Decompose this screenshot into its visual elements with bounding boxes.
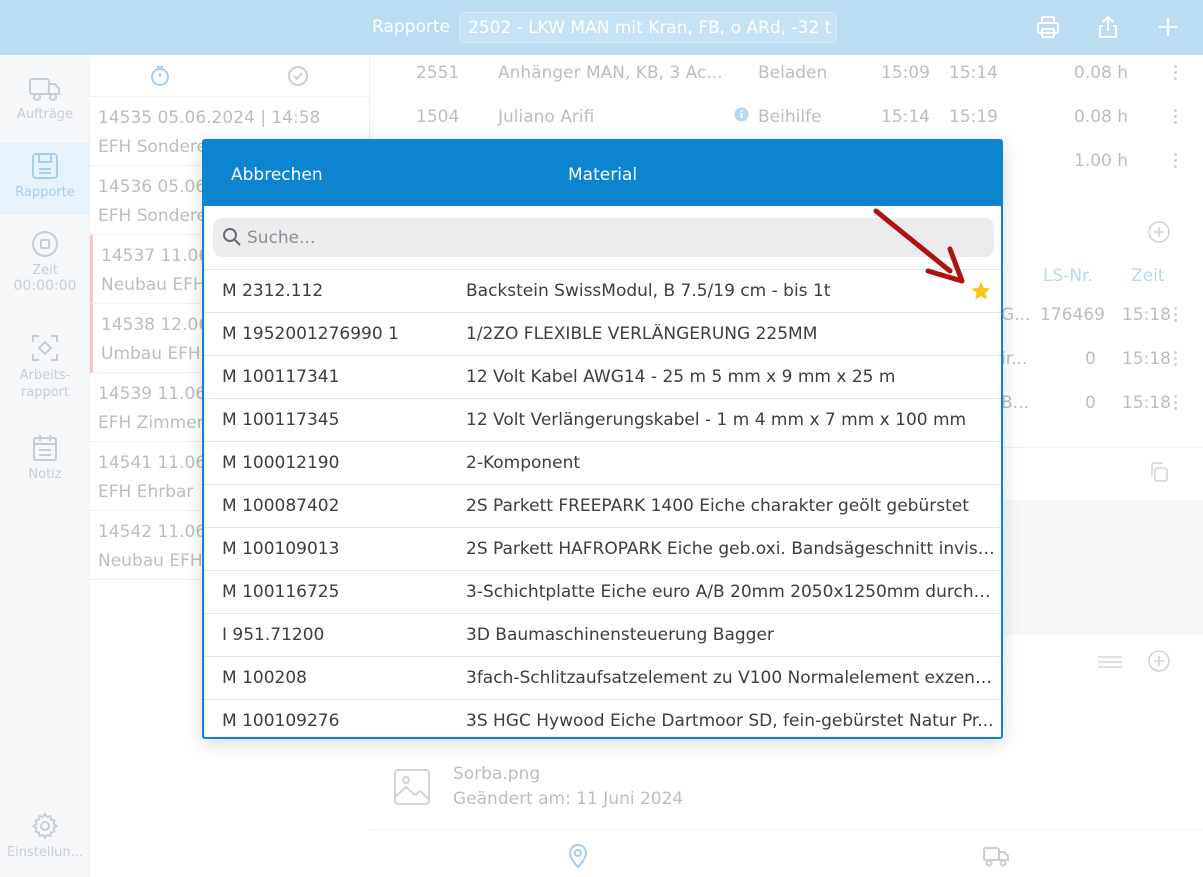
material-row[interactable]: M 100109013 2S Parkett HAFROPARK Eiche ge… — [204, 527, 1001, 570]
favorite-star-icon[interactable] — [970, 280, 992, 307]
modal-header: Abbrechen Material — [204, 141, 1001, 206]
material-row[interactable]: M 100012190 2-Komponent — [204, 441, 1001, 484]
material-list: M 2312.112 Backstein SwissModul, B 7.5/19… — [204, 269, 1001, 737]
search-icon — [222, 227, 242, 251]
material-row[interactable]: M 100109276 3S HGC Hywood Eiche Dartmoor … — [204, 699, 1001, 737]
material-row[interactable]: M 100117345 12 Volt Verlängerungskabel - … — [204, 398, 1001, 441]
annotation-arrow-icon — [870, 205, 970, 291]
cancel-button[interactable]: Abbrechen — [231, 165, 323, 185]
material-row[interactable]: M 1952001276990 1 1/2ZO FLEXIBLE VERLÄNGE… — [204, 312, 1001, 355]
material-row[interactable]: M 100208 3fach-Schlitzaufsatzelement zu V… — [204, 656, 1001, 699]
material-row[interactable]: M 100117341 12 Volt Kabel AWG14 - 25 m 5 … — [204, 355, 1001, 398]
material-row[interactable]: M 100116725 3-Schichtplatte Eiche euro A/… — [204, 570, 1001, 613]
modal-title: Material — [568, 165, 638, 185]
material-row[interactable]: M 100087402 2S Parkett FREEPARK 1400 Eich… — [204, 484, 1001, 527]
material-row[interactable]: I 951.71200 3D Baumaschinensteuerung Bagg… — [204, 613, 1001, 656]
